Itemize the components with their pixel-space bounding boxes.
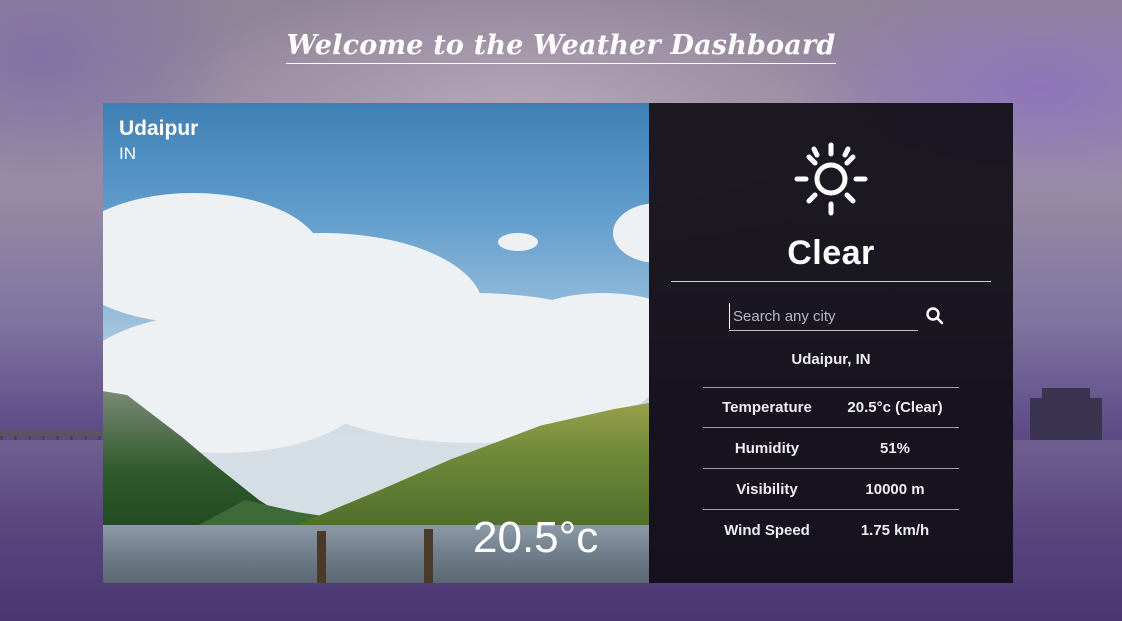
detail-value: 51% [879, 439, 911, 457]
detail-label: Temperature [722, 399, 812, 416]
detail-label: Wind Speed [724, 522, 810, 539]
background-building [1030, 388, 1102, 440]
detail-label: Visibility [736, 480, 798, 498]
country-code: IN [119, 144, 136, 163]
weather-details-panel: Clear Udaipur, IN Temperature 20.5°c (Cl… [649, 103, 1013, 583]
detail-row-temperature: Temperature 20.5°c (Clear) [703, 387, 959, 428]
current-temperature: 20.5°c [473, 513, 599, 562]
city-search-input[interactable] [729, 303, 918, 329]
panel-divider [671, 281, 991, 282]
weather-details-table: Temperature 20.5°c (Clear) Humidity 51% … [703, 387, 959, 551]
detail-value: 10000 m [865, 480, 925, 498]
detail-row-visibility: Visibility 10000 m [703, 469, 959, 510]
wooden-post [424, 529, 433, 583]
page-title: Welcome to the Weather Dashboard [286, 30, 836, 64]
search-box [729, 303, 918, 331]
weather-condition: Clear [787, 234, 875, 272]
location-label: Udaipur, IN [791, 351, 871, 368]
weather-card: Udaipur IN 20.5°c Clear Search any city … [103, 103, 1013, 583]
page-title-wrap: Welcome to the Weather Dashboard [0, 30, 1122, 64]
detail-row-humidity: Humidity 51% [703, 428, 959, 469]
search-icon[interactable] [925, 306, 945, 326]
sun-icon [794, 142, 868, 216]
detail-value: 1.75 km/h [860, 522, 930, 539]
wooden-post [317, 531, 326, 583]
detail-row-wind-speed: Wind Speed 1.75 km/h [703, 510, 959, 551]
detail-value: 20.5°c (Clear) [847, 399, 943, 416]
city-name: Udaipur [119, 117, 199, 140]
location-photo: Udaipur IN 20.5°c [103, 103, 649, 583]
background-pier [0, 430, 103, 440]
detail-label: Humidity [734, 439, 800, 457]
